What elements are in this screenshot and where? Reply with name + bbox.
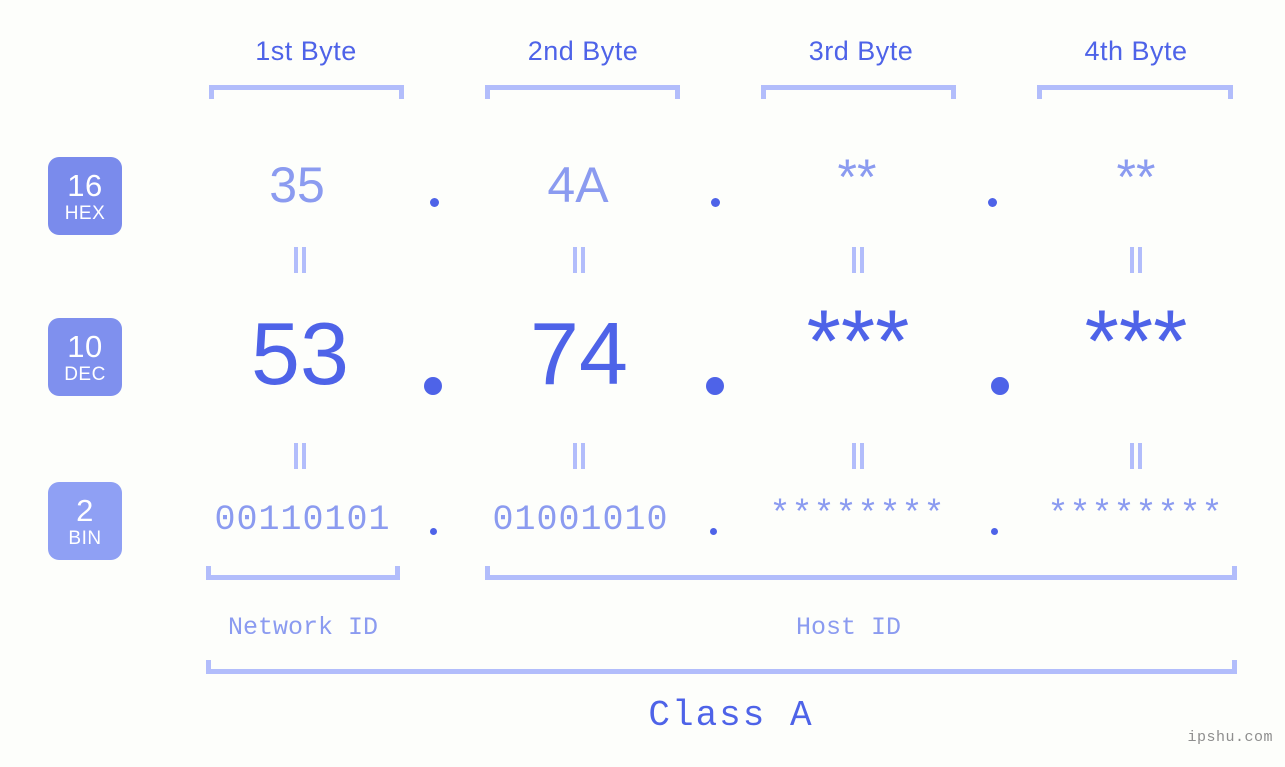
equals-mark-dec-bin-3 [850,443,866,469]
equals-mark-dec-bin-1 [292,443,308,469]
byte-bracket-top-4 [1037,85,1233,99]
hex-separator-dot-3 [988,198,997,207]
hex-separator-dot-2 [711,198,720,207]
dec-separator-dot-2 [706,377,724,395]
dec-separator-dot-1 [424,377,442,395]
radix-badge-hex-number: 16 [67,167,103,203]
hex-byte-2: 4A [547,157,609,213]
network-id-label: Network ID [227,613,379,642]
dec-byte-1: 53 [251,304,349,403]
host-id-label: Host ID [795,613,902,642]
class-bracket [206,660,1237,674]
byte-header-4: 4th Byte [1084,36,1188,66]
radix-badge-bin-number: 2 [76,492,94,528]
radix-badge-dec-name: DEC [64,363,106,385]
radix-badge-hex-name: HEX [64,202,106,224]
radix-badge-bin: 2 BIN [48,482,122,560]
bin-separator-dot-2 [710,528,717,535]
dec-byte-3: *** [806,291,910,390]
equals-mark-hex-dec-4 [1128,247,1144,273]
radix-badge-dec: 10 DEC [48,318,122,396]
hex-separator-dot-1 [430,198,439,207]
ip-address-diagram: 1st Byte 2nd Byte 3rd Byte 4th Byte 16 H… [0,0,1285,767]
host-id-bracket [485,566,1237,580]
byte-header-3: 3rd Byte [808,36,914,66]
bin-separator-dot-1 [430,528,437,535]
bin-byte-1: 00110101 [214,500,391,540]
bin-byte-4: ******** [1047,495,1224,535]
bin-separator-dot-3 [991,528,998,535]
network-id-bracket [206,566,400,580]
site-watermark: ipshu.com [1187,729,1273,746]
equals-mark-dec-bin-2 [571,443,587,469]
hex-byte-4: ** [1116,149,1156,205]
dec-separator-dot-3 [991,377,1009,395]
dec-byte-2: 74 [530,304,628,403]
bin-byte-3: ******** [769,495,946,535]
radix-badge-dec-number: 10 [67,328,103,364]
hex-byte-1: 35 [269,157,325,213]
radix-badge-bin-name: BIN [68,527,102,549]
equals-mark-dec-bin-4 [1128,443,1144,469]
bin-byte-2: 01001010 [492,500,669,540]
hex-byte-3: ** [837,149,877,205]
equals-mark-hex-dec-3 [850,247,866,273]
byte-bracket-top-3 [761,85,956,99]
byte-header-2: 2nd Byte [527,36,639,66]
dec-byte-4: *** [1084,291,1188,390]
radix-badge-hex: 16 HEX [48,157,122,235]
equals-mark-hex-dec-2 [571,247,587,273]
byte-bracket-top-1 [209,85,404,99]
equals-mark-hex-dec-1 [292,247,308,273]
byte-bracket-top-2 [485,85,680,99]
byte-header-1: 1st Byte [255,36,357,66]
class-label: Class A [648,695,814,736]
